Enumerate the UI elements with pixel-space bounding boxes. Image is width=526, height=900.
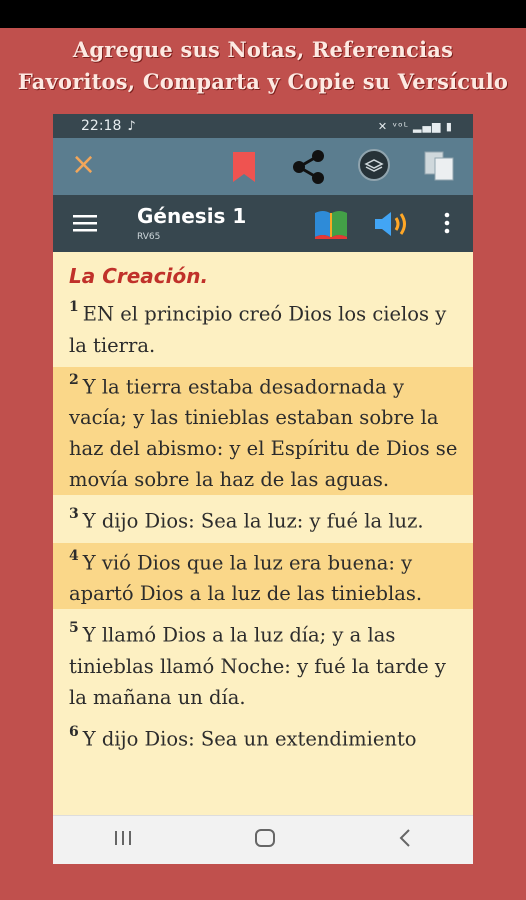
copy-icon[interactable] — [423, 150, 457, 182]
status-time: 22:18 — [81, 118, 122, 134]
recent-apps-icon[interactable] — [113, 829, 133, 851]
more-vert-icon[interactable] — [443, 212, 451, 234]
verse-text: Y vió Dios que la luz era buena: y apart… — [69, 551, 423, 605]
promo-banner: Agregue sus Notas, Referencias Favoritos… — [0, 34, 526, 98]
toolbar: Génesis 1 RV65 — [53, 195, 473, 252]
verse-text: Y dijo Dios: Sea un extendimiento — [82, 727, 417, 750]
status-bar: 22:18 ♪ ✕ ᵛᵒᴸ ▂▄▆ ▮ — [53, 114, 473, 138]
verse-number: 2 — [69, 371, 79, 388]
close-icon[interactable]: × — [71, 148, 96, 182]
section-title: La Creación. — [69, 264, 209, 288]
verse-text: EN el principio creó Dios los cielos y l… — [69, 302, 447, 357]
chapter-content: La Creación. 1 EN el principio creó Dios … — [53, 252, 473, 754]
verse-5[interactable]: 5Y llamó Dios a la luz día; y a las tini… — [69, 615, 457, 713]
book-icon[interactable] — [313, 209, 349, 239]
version-label: RV65 — [137, 232, 161, 242]
verse-number: 3 — [69, 506, 79, 522]
verse-6[interactable]: 6Y dijo Dios: Sea un extendimiento — [69, 719, 457, 755]
layers-glyph — [364, 159, 384, 172]
menu-icon[interactable] — [73, 213, 99, 233]
share-icon[interactable] — [291, 150, 327, 184]
device-top-bar — [0, 0, 526, 28]
promo-line-1: Agregue sus Notas, Referencias — [72, 37, 454, 62]
android-nav-bar — [53, 815, 473, 864]
layers-icon[interactable] — [358, 149, 390, 181]
status-icons: ✕ ᵛᵒᴸ ▂▄▆ ▮ — [377, 119, 453, 133]
verse-2[interactable]: 2Y la tierra estaba desadornada y vacía;… — [53, 366, 473, 495]
verse-number: 4 — [69, 547, 79, 564]
phone-screen: 22:18 ♪ ✕ ᵛᵒᴸ ▂▄▆ ▮ × Génesis 1 RV65 La … — [53, 114, 473, 864]
verse-text: Y llamó Dios a la luz día; y a las tinie… — [69, 623, 446, 709]
action-bar: × — [53, 138, 473, 195]
verse-text: Y dijo Dios: Sea la luz: y fué la luz. — [82, 509, 424, 533]
bookmark-icon[interactable] — [231, 152, 257, 182]
promo-line-2: Favoritos, Comparta y Copie su Versículo — [17, 69, 509, 94]
book-title[interactable]: Génesis 1 — [137, 204, 246, 228]
verse-number: 5 — [69, 620, 79, 636]
music-icon: ♪ — [127, 118, 136, 134]
verse-4[interactable]: 4Y vió Dios que la luz era buena: y apar… — [53, 542, 473, 609]
back-icon[interactable] — [397, 828, 413, 852]
verse-3[interactable]: 3Y dijo Dios: Sea la luz: y fué la luz. — [69, 501, 457, 537]
verse-number: 6 — [69, 723, 79, 740]
verse-list: 1 EN el principio creó Dios los cielos y … — [53, 294, 473, 755]
home-icon[interactable] — [254, 828, 276, 852]
verse-text: Y la tierra estaba desadornada y vacía; … — [69, 375, 458, 491]
verse-number: 1 — [69, 299, 79, 315]
speaker-icon[interactable] — [373, 209, 413, 239]
verse-1[interactable]: 1 EN el principio creó Dios los cielos y … — [69, 294, 457, 361]
